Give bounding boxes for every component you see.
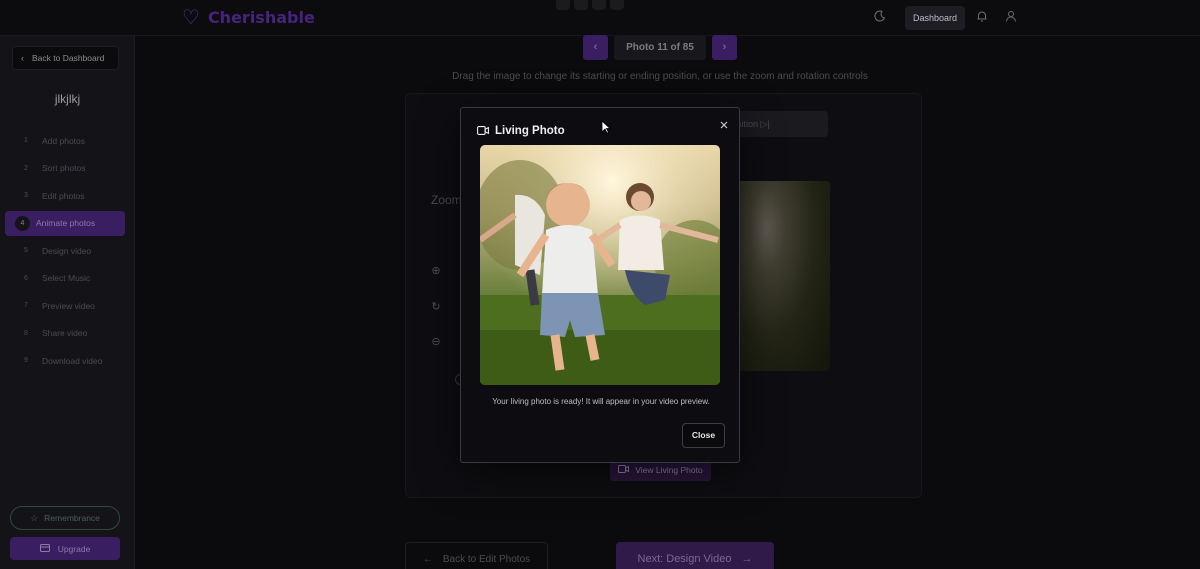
step-label: Animate photos xyxy=(36,218,96,228)
view-living-label: View Living Photo xyxy=(635,465,703,475)
app-name: Cherishable xyxy=(207,8,315,27)
next-photo-button[interactable]: › xyxy=(712,35,737,60)
user-icon[interactable] xyxy=(1004,9,1020,25)
arrow-left-icon: ← xyxy=(422,553,433,565)
sidebar: ‹ Back to Dashboard jlkjlkj 1 Add photos … xyxy=(0,36,135,569)
chevron-left-icon: ‹ xyxy=(593,41,598,53)
next-button-label: Next: Design Video xyxy=(637,553,732,565)
card-icon xyxy=(39,543,50,554)
step-item-share-video[interactable]: 8 Share video xyxy=(5,321,125,346)
step-label: Edit photos xyxy=(42,190,85,201)
step-list: 1 Add photos 2 Sort photos 3 Edit photos 4A… xyxy=(5,128,125,376)
dashboard-button[interactable]: Dashboard xyxy=(905,6,966,30)
heart-icon: ♡ xyxy=(182,6,200,29)
step-item-design-video[interactable]: 5 Design video xyxy=(5,238,125,263)
modal-header: Living Photo xyxy=(477,122,565,140)
project-name: jlkjlkj xyxy=(54,92,81,106)
step-number: 4 xyxy=(15,215,30,231)
step-number: 5 xyxy=(24,247,28,254)
step-item-sort-photos[interactable]: 2 Sort photos xyxy=(5,156,125,181)
step-number: 6 xyxy=(24,274,28,282)
step-label: Select Music xyxy=(42,273,91,283)
step-number: 3 xyxy=(24,192,28,199)
step-number: 7 xyxy=(24,302,28,309)
back-to-edit-photos-button[interactable]: ← Back to Edit Photos xyxy=(405,542,548,569)
app-logo[interactable]: ♡ Cherishable xyxy=(182,6,315,29)
video-icon xyxy=(477,122,489,140)
step-label: Preview video xyxy=(42,300,95,311)
top-tab[interactable] xyxy=(592,0,606,10)
top-header: ♡ Cherishable Dashboard xyxy=(0,0,1200,36)
step-number: 1 xyxy=(24,137,28,144)
top-tab[interactable] xyxy=(556,0,570,10)
upgrade-label: Upgrade xyxy=(57,543,91,554)
top-tab[interactable] xyxy=(610,0,624,10)
close-button[interactable]: Close xyxy=(682,423,725,448)
step-item-download-video[interactable]: 9 Download video xyxy=(5,348,125,373)
step-label: Share video xyxy=(42,328,88,338)
skip-end-icon: ▷| xyxy=(760,119,770,129)
back-to-dashboard-button[interactable]: ‹ Back to Dashboard xyxy=(12,46,119,70)
upgrade-button[interactable]: Upgrade xyxy=(10,537,120,560)
step-item-add-photos[interactable]: 1 Add photos xyxy=(5,128,125,153)
video-icon xyxy=(618,465,630,475)
step-label: Download video xyxy=(42,355,103,366)
step-number: 9 xyxy=(24,357,28,364)
step-item-preview-video[interactable]: 7 Preview video xyxy=(5,293,125,318)
step-number: 2 xyxy=(24,164,28,172)
next-design-video-button[interactable]: Next: Design Video → xyxy=(616,542,774,569)
remembrance-label: Remembrance xyxy=(44,513,100,523)
zoom-out-icon[interactable]: ⊖ xyxy=(422,328,450,356)
step-item-animate-photos[interactable]: 4 Animate photos xyxy=(5,210,125,236)
rotate-icon[interactable]: ↻ xyxy=(422,293,450,321)
top-tab[interactable] xyxy=(574,0,588,10)
step-label: Sort photos xyxy=(42,163,86,173)
step-item-select-music[interactable]: 6 Select Music xyxy=(5,266,125,291)
chevron-left-icon: ‹ xyxy=(21,53,24,63)
previous-photo-button[interactable]: ‹ xyxy=(583,35,608,60)
instruction-text: Drag the image to change its starting or… xyxy=(452,71,868,82)
bell-icon[interactable] xyxy=(975,9,991,25)
back-to-dashboard-label: Back to Dashboard xyxy=(32,53,105,63)
close-icon[interactable] xyxy=(719,117,733,131)
photo-preview[interactable] xyxy=(740,181,830,371)
mouse-cursor-icon xyxy=(601,120,612,134)
chevron-right-icon: › xyxy=(722,41,727,53)
step-label: Add photos xyxy=(42,135,86,146)
modal-message: Your living photo is ready! It will appe… xyxy=(492,397,710,406)
top-tabs xyxy=(556,0,624,10)
back-button-label: Back to Edit Photos xyxy=(442,553,531,565)
living-photo-modal: Living Photo Your living photo is ready!… xyxy=(460,107,740,463)
living-photo-image xyxy=(480,145,720,385)
remembrance-button[interactable]: ☆ Remembrance xyxy=(10,506,120,530)
step-label: Design video xyxy=(42,245,92,256)
step-item-edit-photos[interactable]: 3 Edit photos xyxy=(5,183,125,208)
zoom-in-icon[interactable]: ⊕ xyxy=(422,257,450,285)
moon-icon[interactable] xyxy=(874,10,890,26)
zoom-label: Zoom xyxy=(431,193,462,207)
modal-title: Living Photo xyxy=(495,125,565,137)
arrow-right-icon: → xyxy=(741,553,753,565)
step-number: 8 xyxy=(24,329,28,337)
photo-counter: Photo 11 of 85 xyxy=(614,35,706,60)
star-icon: ☆ xyxy=(30,512,39,523)
